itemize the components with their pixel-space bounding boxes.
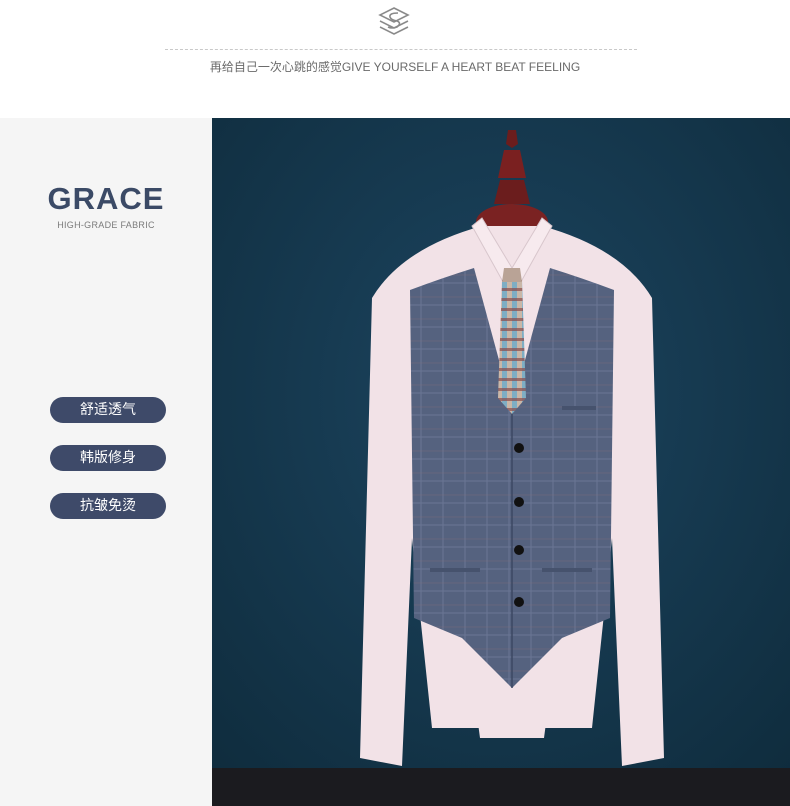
product-photo — [212, 118, 790, 806]
header-divider — [165, 49, 637, 50]
header-slogan: 再给自己一次心跳的感觉GIVE YOURSELF A HEART BEAT FE… — [209, 60, 581, 74]
stacked-s-logo-icon — [377, 6, 411, 42]
feature-tag-slim-fit: 韩版修身 — [50, 445, 166, 471]
page-header: 再给自己一次心跳的感觉GIVE YOURSELF A HEART BEAT FE… — [0, 0, 790, 118]
feature-tag-wrinkle-free: 抗皱免烫 — [50, 493, 166, 519]
brand-title: GRACE — [47, 181, 165, 216]
brand-subtitle: HIGH-GRADE FABRIC — [57, 220, 155, 230]
feature-tag-breathable: 舒适透气 — [50, 397, 166, 423]
